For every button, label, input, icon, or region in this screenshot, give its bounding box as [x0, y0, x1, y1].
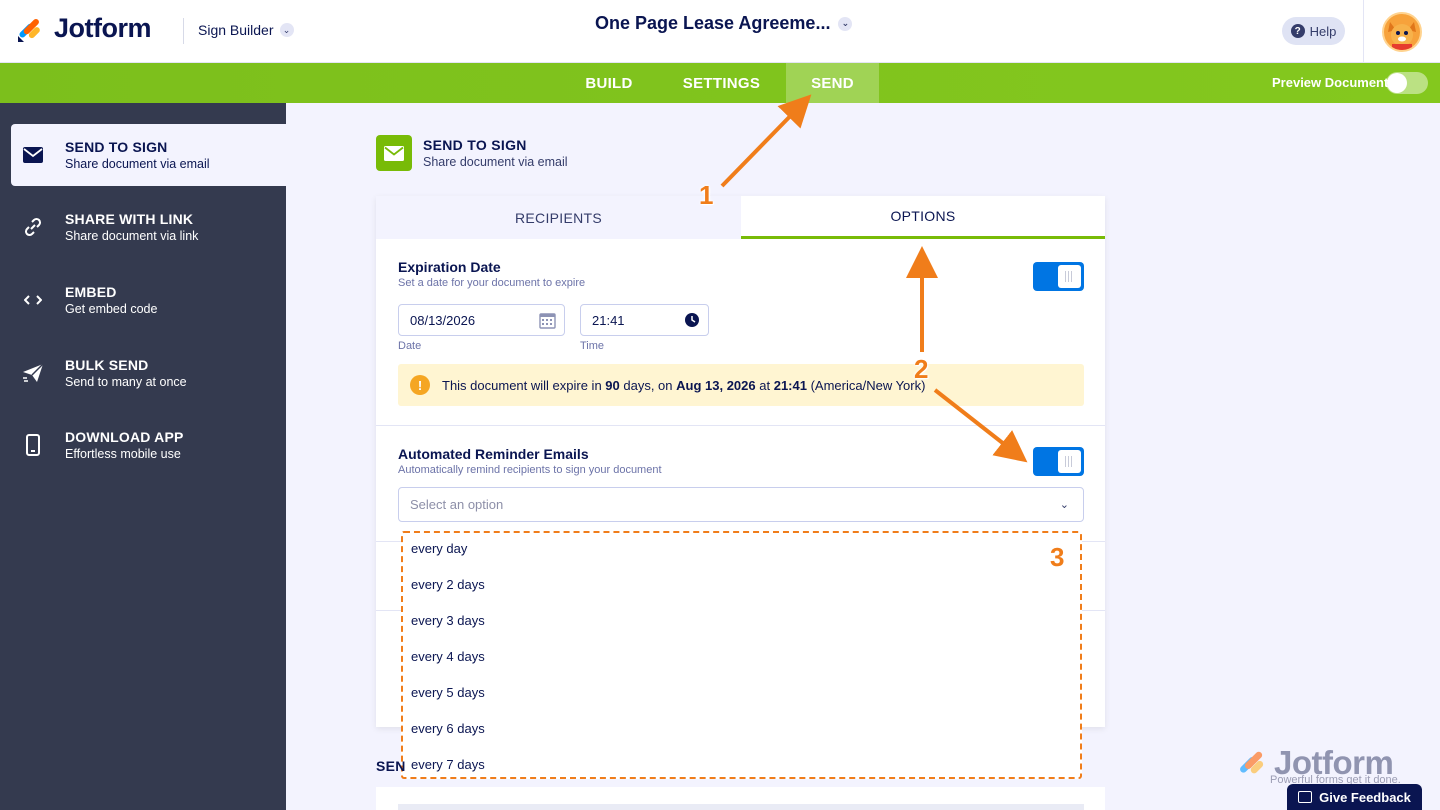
tab-send[interactable]: SEND — [786, 63, 879, 103]
product-menu[interactable]: Sign Builder ⌄ — [198, 22, 294, 38]
divider — [183, 18, 184, 44]
list-item[interactable]: every 5 days — [411, 685, 485, 700]
reminder-options-list: every day every 2 days every 3 days ever… — [401, 531, 1082, 779]
clock-icon — [685, 313, 699, 327]
divider — [376, 425, 1105, 426]
time-label: Time — [580, 340, 605, 352]
tab-recipients[interactable]: RECIPIENTS — [376, 196, 741, 239]
top-bar: Jotform Sign Builder ⌄ One Page Lease Ag… — [0, 0, 1440, 63]
document-title[interactable]: One Page Lease Agreeme... ⌄ — [595, 13, 853, 34]
expiration-toggle[interactable] — [1033, 262, 1084, 291]
list-item[interactable]: every 3 days — [411, 613, 485, 628]
reminder-toggle[interactable] — [1033, 447, 1084, 476]
sidebar: SEND TO SIGN Share document via email SH… — [0, 103, 286, 810]
time-value: 21:41 — [592, 312, 625, 328]
page-title: SEND TO SIGN — [423, 137, 527, 153]
preview-document-label: Preview Document — [1272, 75, 1389, 90]
chevron-down-icon: ⌄ — [1059, 499, 1069, 511]
avatar[interactable] — [1382, 12, 1422, 52]
brand-name: Jotform — [54, 13, 152, 43]
expiration-subtitle: Set a date for your document to expire — [398, 277, 586, 289]
chevron-down-icon: ⌄ — [838, 16, 853, 31]
list-item[interactable]: every 2 days — [411, 577, 485, 592]
sidebar-item-title: BULK SEND — [65, 357, 149, 373]
reminder-subtitle: Automatically remind recipients to sign … — [398, 464, 662, 476]
warning-icon: ! — [410, 375, 430, 395]
list-item[interactable]: every day — [411, 541, 467, 556]
help-label: Help — [1309, 23, 1337, 39]
date-field[interactable]: 08/13/2026 — [398, 304, 565, 336]
reminder-frequency-select[interactable]: Select an option ⌄ — [398, 487, 1084, 522]
page-subtitle: Share document via email — [423, 155, 568, 169]
give-feedback-button[interactable]: Give Feedback — [1287, 784, 1422, 810]
give-feedback-label: Give Feedback — [1319, 789, 1411, 805]
divider — [1363, 0, 1364, 63]
date-label: Date — [398, 340, 422, 352]
avatar-face-icon — [1388, 22, 1416, 50]
sidebar-item-bulk-send[interactable]: BULK SEND Send to many at once — [11, 342, 286, 404]
toggle-knob — [1058, 450, 1081, 473]
feedback-icon — [1298, 791, 1313, 803]
list-item[interactable]: every 7 days — [411, 757, 485, 772]
bottom-card-field — [398, 804, 1084, 810]
expiration-notice: ! This document will expire in 90 days, … — [398, 364, 1084, 406]
help-button[interactable]: ? Help — [1282, 17, 1345, 45]
sidebar-item-embed[interactable]: EMBED Get embed code — [11, 269, 286, 331]
phone-icon — [22, 434, 44, 456]
jotform-logo-icon — [18, 18, 40, 42]
annotation-number-2: 2 — [914, 354, 929, 384]
tab-build[interactable]: BUILD — [565, 63, 653, 103]
sidebar-item-subtitle: Effortless mobile use — [65, 447, 181, 461]
paper-plane-icon — [22, 362, 44, 384]
sidebar-item-subtitle: Send to many at once — [65, 375, 187, 389]
sidebar-item-share-with-link[interactable]: SHARE WITH LINK Share document via link — [11, 196, 286, 258]
expiration-title: Expiration Date — [398, 259, 501, 275]
toggle-knob — [1058, 265, 1081, 288]
tab-settings[interactable]: SETTINGS — [666, 63, 777, 103]
bottom-card — [376, 787, 1105, 810]
jotform-watermark: Jotform Powerful forms get it done. — [1234, 744, 1424, 789]
sidebar-item-title: EMBED — [65, 284, 117, 300]
code-icon — [22, 289, 44, 311]
arrow-1 — [720, 94, 812, 188]
annotation-number-1: 1 — [699, 180, 714, 210]
sidebar-item-subtitle: Share document via email — [65, 157, 210, 171]
list-item[interactable]: every 4 days — [411, 649, 485, 664]
sidebar-item-subtitle: Get embed code — [65, 302, 158, 316]
notice-text: This document will expire in 90 days, on… — [442, 377, 926, 393]
date-value: 08/13/2026 — [410, 312, 476, 328]
jotform-logo[interactable]: Jotform — [16, 13, 152, 44]
section-heading-partial: SEN — [376, 758, 406, 774]
jotform-logo-icon — [1240, 751, 1264, 774]
tab-options[interactable]: OPTIONS — [741, 196, 1105, 239]
sidebar-item-title: SEND TO SIGN — [65, 139, 168, 155]
toggle-knob — [1387, 73, 1407, 93]
sidebar-item-title: DOWNLOAD APP — [65, 429, 184, 445]
envelope-icon — [376, 135, 412, 171]
sidebar-item-title: SHARE WITH LINK — [65, 211, 194, 227]
question-icon: ? — [1290, 24, 1305, 38]
select-placeholder: Select an option — [410, 497, 504, 512]
list-item[interactable]: every 6 days — [411, 721, 485, 736]
calendar-icon — [539, 313, 556, 329]
preview-toggle[interactable] — [1386, 72, 1428, 94]
annotation-number-3: 3 — [1050, 542, 1065, 572]
sidebar-item-subtitle: Share document via link — [65, 229, 199, 243]
link-icon — [22, 216, 44, 238]
chevron-down-icon: ⌄ — [279, 23, 294, 37]
time-field[interactable]: 21:41 — [580, 304, 709, 336]
sidebar-item-send-to-sign[interactable]: SEND TO SIGN Share document via email — [11, 124, 286, 186]
envelope-icon — [22, 144, 44, 166]
reminder-title: Automated Reminder Emails — [398, 446, 589, 462]
main-nav-bar: BUILD SETTINGS SEND Preview Document — [0, 63, 1440, 103]
product-menu-label: Sign Builder — [198, 22, 274, 38]
document-title-text: One Page Lease Agreeme... — [595, 13, 831, 33]
sidebar-item-download-app[interactable]: DOWNLOAD APP Effortless mobile use — [11, 414, 286, 476]
